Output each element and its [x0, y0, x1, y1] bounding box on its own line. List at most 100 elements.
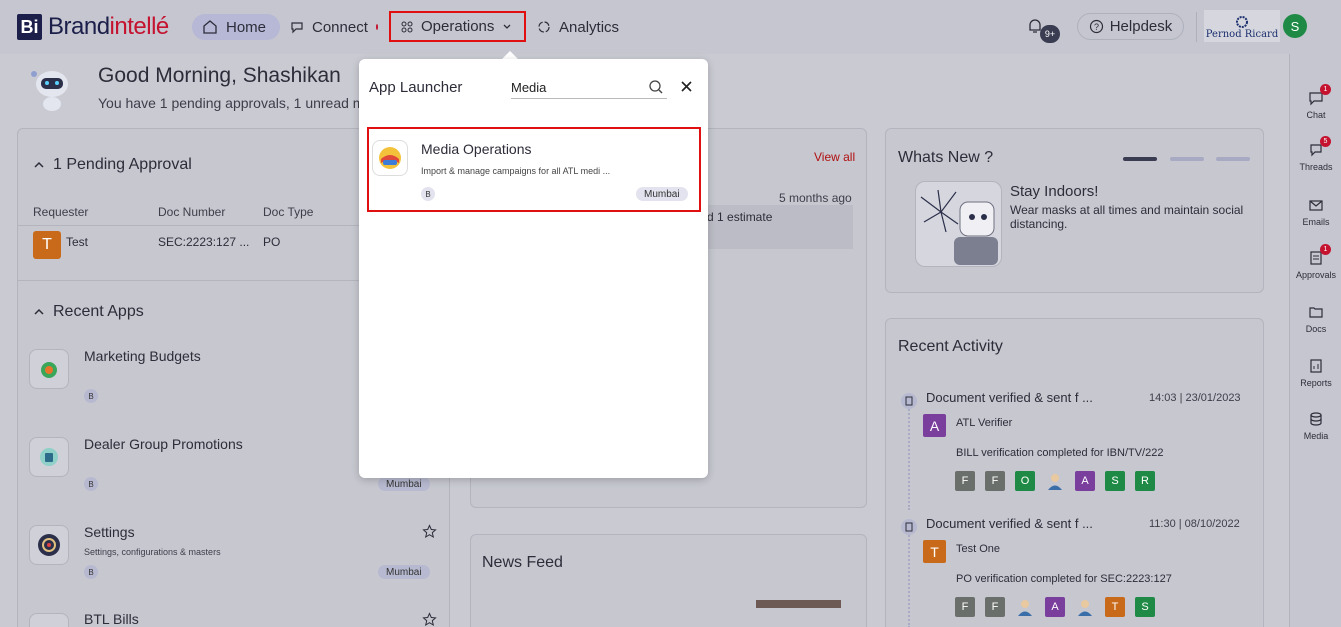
participant-avatar: S	[1105, 471, 1125, 491]
helpdesk-button[interactable]: ? Helpdesk	[1077, 13, 1184, 40]
help-icon: ?	[1089, 19, 1104, 34]
nav-analytics[interactable]: Analytics	[527, 14, 637, 40]
participant-avatar: F	[985, 471, 1005, 491]
rail-item-threads[interactable]: Threads 5	[1290, 136, 1341, 172]
rail-item-media[interactable]: Media	[1290, 411, 1341, 441]
doc-type: PO	[263, 235, 281, 249]
brand-name-accent: intellé	[109, 13, 170, 40]
doc-number[interactable]: SEC:2223:127 ...	[158, 235, 249, 249]
result-app-name: Media Operations	[421, 141, 532, 157]
news-feed-panel	[470, 534, 867, 627]
table-divider	[17, 225, 360, 226]
svg-text:?: ?	[1094, 22, 1099, 32]
settings-app-icon[interactable]	[29, 525, 69, 565]
pending-approval-header[interactable]: 1 Pending Approval	[33, 156, 192, 174]
greeting-subtitle: You have 1 pending approvals, 1 unread m…	[98, 95, 373, 111]
news-image[interactable]	[756, 600, 841, 608]
rail-item-docs[interactable]: Docs	[1290, 304, 1341, 334]
app-description: Settings, configurations & masters	[84, 547, 221, 557]
app-name[interactable]: Settings	[84, 524, 135, 540]
participant-avatar: F	[955, 597, 975, 617]
carousel-dot[interactable]	[1216, 157, 1250, 161]
app-name[interactable]: BTL Bills	[84, 611, 139, 627]
document-icon	[901, 519, 917, 535]
client-logo: Pernod Ricard	[1204, 10, 1280, 42]
location-tag: Mumbai	[378, 477, 430, 491]
docs-icon	[1308, 304, 1324, 322]
activity-user-avatar: A	[923, 414, 946, 437]
rail-item-approvals[interactable]: Approvals 1	[1290, 244, 1341, 280]
app-search-input[interactable]	[511, 77, 667, 99]
star-icon[interactable]	[422, 612, 437, 627]
client-emblem-icon	[1236, 16, 1248, 28]
rail-item-label: Emails	[1302, 217, 1330, 227]
activity-title[interactable]: Document verified & sent f ...	[926, 390, 1093, 405]
right-rail: Chat 1 Threads 5 Emails Approvals 1 Docs Reports…	[1289, 54, 1341, 627]
reports-icon	[1308, 358, 1324, 376]
unread-dot	[375, 24, 378, 30]
location-tag: Mumbai	[378, 565, 430, 579]
activity-description: BILL verification completed for IBN/TV/2…	[956, 447, 1164, 459]
brand-logo[interactable]: Bi	[17, 14, 42, 40]
brand-name: Brandintellé	[48, 13, 169, 41]
greeting-title: Good Morning, Shashikan	[98, 64, 341, 87]
carousel-dot-active[interactable]	[1123, 157, 1157, 161]
activity-participants: FFOASR	[955, 471, 1155, 491]
rail-item-label: Approvals	[1295, 270, 1337, 280]
requester-avatar: T	[33, 231, 61, 259]
requester-name[interactable]: Test	[66, 235, 88, 249]
activity-user: Test One	[956, 543, 1001, 555]
document-icon	[901, 393, 917, 409]
whats-new-headline: Stay Indoors!	[1010, 183, 1099, 200]
rail-item-chat[interactable]: Chat 1	[1290, 84, 1341, 120]
nav-home[interactable]: Home	[192, 14, 280, 40]
media-operations-icon	[372, 140, 408, 176]
rail-item-label: Chat	[1306, 110, 1326, 120]
activity-description: PO verification completed for SEC:2223:1…	[956, 573, 1172, 585]
whats-new-title: Whats New ?	[898, 149, 994, 166]
nav-analytics-label: Analytics	[559, 18, 620, 36]
nav-operations[interactable]: Operations	[389, 11, 526, 42]
activity-user: ATL Verifier	[956, 417, 1013, 429]
search-icon[interactable]	[648, 79, 664, 98]
media-icon	[1308, 411, 1324, 429]
rail-item-emails[interactable]: Emails	[1290, 197, 1341, 227]
chevron-up-icon	[33, 158, 45, 173]
star-icon[interactable]	[422, 524, 437, 542]
chevron-down-icon	[502, 22, 512, 32]
rail-item-label: Reports	[1300, 378, 1332, 388]
close-icon[interactable]	[680, 80, 693, 96]
app-chip: B	[84, 477, 98, 491]
client-name: Pernod Ricard	[1205, 29, 1279, 40]
dealer-promotions-icon[interactable]	[29, 437, 69, 477]
activity-title[interactable]: Document verified & sent f ...	[926, 516, 1093, 531]
result-app-description: Import & manage campaigns for all ATL me…	[421, 166, 611, 176]
brand-name-part: Brand	[48, 13, 110, 40]
participant-avatar: A	[1075, 471, 1095, 491]
nav-operations-label: Operations	[421, 18, 495, 35]
nav-connect-label: Connect	[312, 18, 368, 36]
activity-time: 11:30 | 08/10/2022	[1149, 518, 1240, 530]
news-feed-title: News Feed	[482, 554, 563, 571]
carousel-dot[interactable]	[1170, 157, 1204, 161]
rail-badge: 1	[1320, 84, 1331, 95]
nav-connect[interactable]: Connect	[280, 14, 388, 40]
participant-avatar: A	[1045, 597, 1065, 617]
rail-item-label: Media	[1303, 431, 1329, 441]
col-requester: Requester	[33, 205, 89, 219]
result-app-chip: B	[421, 187, 435, 201]
recent-apps-header[interactable]: Recent Apps	[33, 303, 144, 321]
btl-bills-icon[interactable]	[29, 613, 69, 627]
grid-icon	[401, 21, 413, 33]
media-operations-result[interactable]: Media Operations Import & manage campaig…	[367, 127, 701, 212]
rail-item-label: Docs	[1305, 324, 1327, 334]
notification-badge: 9+	[1040, 25, 1060, 43]
rail-item-reports[interactable]: Reports	[1290, 358, 1341, 388]
header-divider	[1196, 12, 1197, 42]
app-name[interactable]: Dealer Group Promotions	[84, 436, 243, 452]
user-avatar[interactable]: S	[1283, 14, 1307, 38]
app-chip: B	[84, 389, 98, 403]
marketing-budgets-icon[interactable]	[29, 349, 69, 389]
view-all-link[interactable]: View all	[814, 150, 855, 164]
app-name[interactable]: Marketing Budgets	[84, 348, 201, 364]
